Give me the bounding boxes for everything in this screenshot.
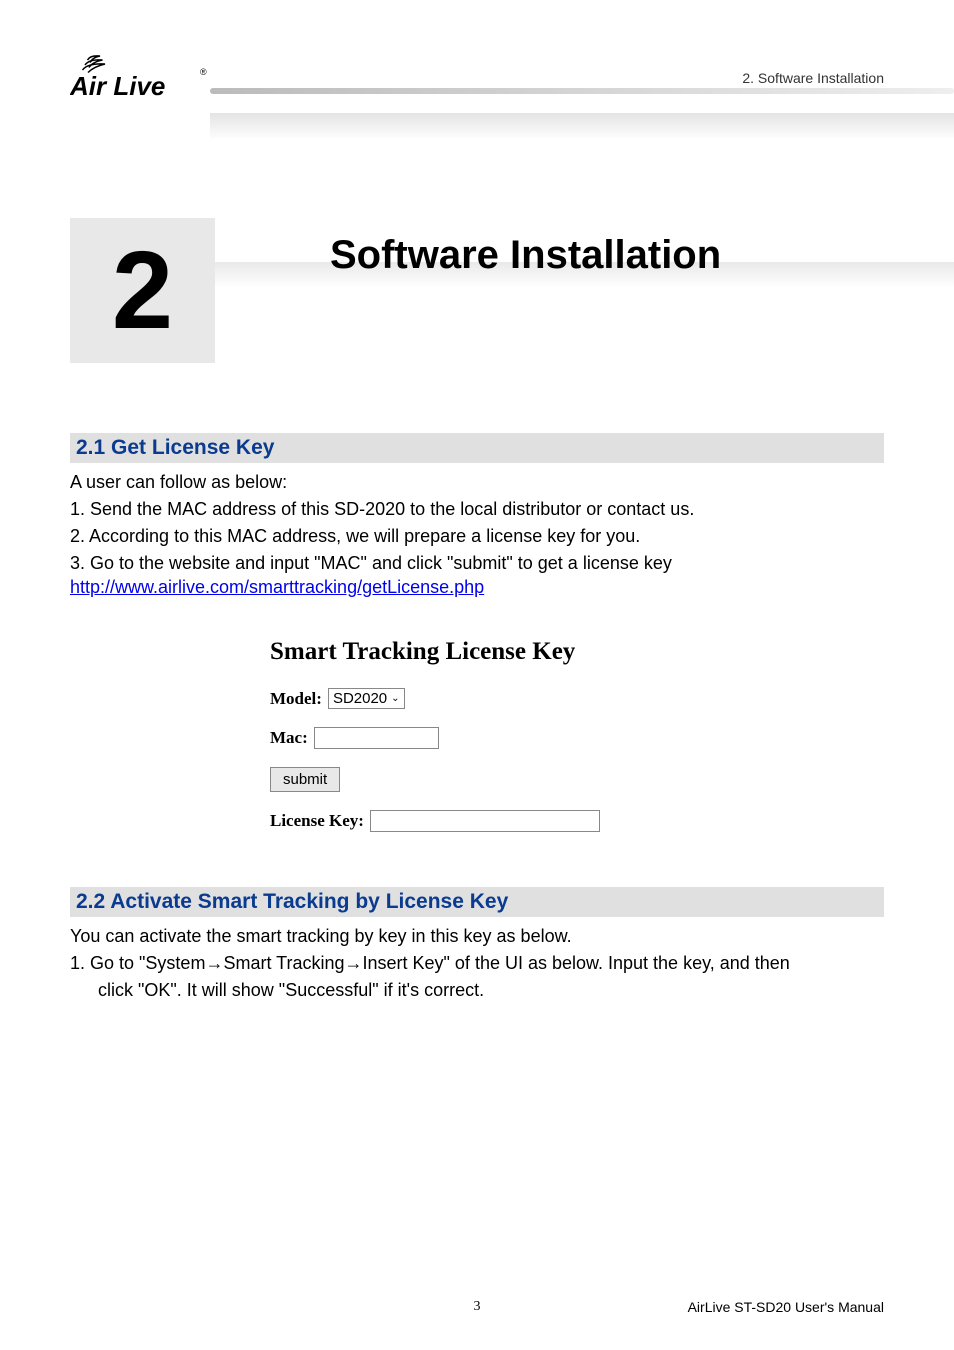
header-shadow <box>210 113 954 138</box>
section22-intro: You can activate the smart tracking by k… <box>70 923 884 950</box>
svg-text:Air Live: Air Live <box>70 71 165 101</box>
section-heading-21: 2.1 Get License Key <box>70 433 884 463</box>
section21-step3: 3. Go to the website and input "MAC" and… <box>70 550 884 577</box>
section22-step1-cont: click "OK". It will show "Successful" if… <box>70 977 884 1004</box>
form-title: Smart Tracking License Key <box>270 638 670 666</box>
model-select[interactable]: SD2020 ⌄ <box>328 688 405 709</box>
section21-step1: 1. Send the MAC address of this SD-2020 … <box>70 496 884 523</box>
section-heading-22: 2.2 Activate Smart Tracking by License K… <box>70 887 884 917</box>
section22-step1: 1. Go to "System→Smart Tracking→Insert K… <box>70 950 884 977</box>
svg-text:®: ® <box>200 67 207 77</box>
model-label: Model: <box>270 689 322 709</box>
chevron-down-icon: ⌄ <box>391 693 399 704</box>
model-value: SD2020 <box>333 690 387 707</box>
license-link[interactable]: http://www.airlive.com/smarttracking/get… <box>70 577 484 597</box>
section21-intro: A user can follow as below: <box>70 469 884 496</box>
license-key-input[interactable] <box>370 810 600 832</box>
breadcrumb: 2. Software Installation <box>742 70 884 86</box>
page-number: 3 <box>474 1299 481 1315</box>
chapter-number: 2 <box>112 227 173 354</box>
submit-button[interactable]: submit <box>270 767 340 792</box>
footer-text: AirLive ST-SD20 User's Manual <box>688 1299 884 1315</box>
mac-input[interactable] <box>314 727 439 749</box>
license-form-figure: Smart Tracking License Key Model: SD2020… <box>270 638 670 832</box>
chapter-number-box: 2 <box>70 218 215 363</box>
header-divider <box>210 88 954 94</box>
mac-label: Mac: <box>270 728 308 748</box>
section21-step2: 2. According to this MAC address, we wil… <box>70 523 884 550</box>
chapter-title: Software Installation <box>330 233 721 278</box>
brand-logo: Air Live ® <box>70 50 210 111</box>
license-key-label: License Key: <box>270 811 364 831</box>
